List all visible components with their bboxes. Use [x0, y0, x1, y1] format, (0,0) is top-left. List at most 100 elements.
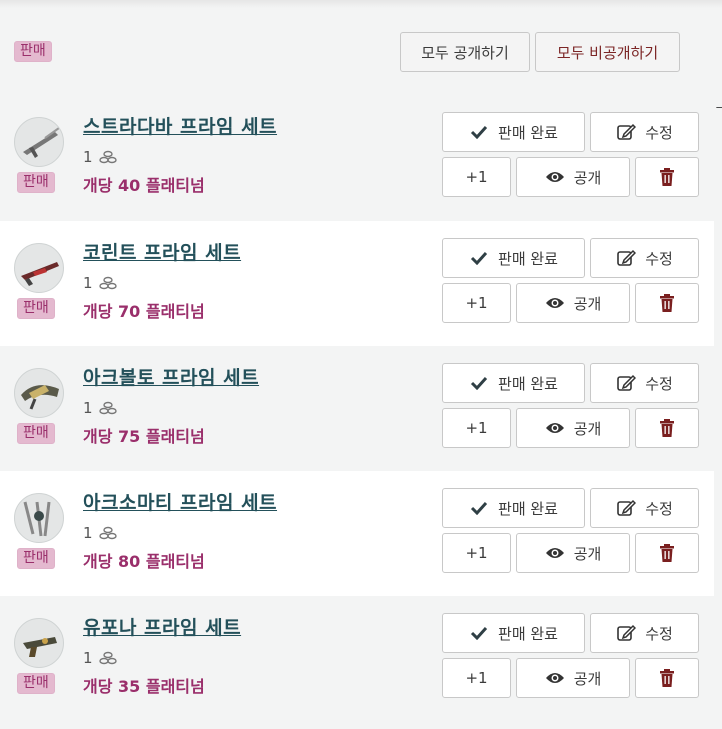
- item-name-link[interactable]: 아크소마티 프라임 세트: [83, 488, 277, 515]
- edit-button[interactable]: 수정: [590, 112, 699, 152]
- sell-badge: 판매: [17, 423, 55, 444]
- trash-icon: [657, 167, 677, 187]
- list-item: 판매 유포나 프라임 세트 1 개당 35 플래티넘 판매 완료 수정 +1 공…: [0, 596, 714, 721]
- make-all-private-button[interactable]: 모두 비공개하기: [535, 32, 680, 72]
- public-label: 공개: [573, 294, 602, 313]
- item-quantity: 1: [83, 648, 118, 668]
- edit-label: 수정: [645, 499, 673, 518]
- edit-icon: [616, 122, 637, 142]
- item-quantity: 1: [83, 273, 118, 293]
- public-label: 공개: [573, 168, 602, 187]
- mark-sold-label: 판매 완료: [498, 123, 558, 142]
- clipped-text: ㄱ: [714, 104, 722, 119]
- public-toggle-button[interactable]: 공개: [516, 157, 630, 197]
- check-icon: [469, 498, 489, 518]
- edit-icon: [616, 373, 637, 393]
- mark-sold-button[interactable]: 판매 완료: [442, 613, 585, 653]
- item-name-link[interactable]: 유포나 프라임 세트: [83, 613, 241, 640]
- archgun-icon: [14, 368, 64, 418]
- delete-button[interactable]: [635, 157, 699, 197]
- rifle-icon: [14, 117, 64, 167]
- quantity-value: 1: [83, 274, 93, 292]
- edit-button[interactable]: 수정: [590, 488, 699, 528]
- public-toggle-button[interactable]: 공개: [516, 408, 630, 448]
- mark-sold-button[interactable]: 판매 완료: [442, 363, 585, 403]
- plus-one-button[interactable]: +1: [442, 658, 511, 698]
- delete-button[interactable]: [635, 533, 699, 573]
- sell-badge: 판매: [17, 673, 55, 694]
- mark-sold-label: 판매 완료: [498, 624, 558, 643]
- eye-icon: [545, 668, 565, 688]
- edit-label: 수정: [645, 624, 673, 643]
- delete-button[interactable]: [635, 658, 699, 698]
- check-icon: [469, 623, 489, 643]
- edit-label: 수정: [645, 123, 673, 142]
- quantity-value: 1: [83, 524, 93, 542]
- delete-button[interactable]: [635, 283, 699, 323]
- sell-badge: 판매: [17, 172, 55, 193]
- trash-icon: [657, 293, 677, 313]
- trash-icon: [657, 668, 677, 688]
- item-price: 개당 35 플래티넘: [83, 677, 205, 696]
- platinum-icon: [98, 147, 118, 167]
- edit-button[interactable]: 수정: [590, 613, 699, 653]
- public-toggle-button[interactable]: 공개: [516, 658, 630, 698]
- item-name-link[interactable]: 코린트 프라임 세트: [83, 238, 241, 265]
- platinum-icon: [98, 273, 118, 293]
- eye-icon: [545, 418, 565, 438]
- edit-icon: [616, 248, 637, 268]
- eye-icon: [545, 293, 565, 313]
- trash-icon: [657, 543, 677, 563]
- item-price: 개당 70 플래티넘: [83, 302, 205, 321]
- plus-one-button[interactable]: +1: [442, 157, 511, 197]
- item-price: 개당 40 플래티넘: [83, 176, 205, 195]
- quantity-value: 1: [83, 649, 93, 667]
- plus-one-button[interactable]: +1: [442, 283, 511, 323]
- list-item: 판매 코린트 프라임 세트 1 개당 70 플래티넘 판매 완료 수정 +1 공…: [0, 221, 714, 346]
- item-price: 개당 80 플래티넘: [83, 552, 205, 571]
- mark-sold-button[interactable]: 판매 완료: [442, 488, 585, 528]
- item-quantity: 1: [83, 523, 118, 543]
- platinum-icon: [98, 648, 118, 668]
- delete-button[interactable]: [635, 408, 699, 448]
- eye-icon: [545, 167, 565, 187]
- check-icon: [469, 248, 489, 268]
- edit-label: 수정: [645, 249, 673, 268]
- blades-icon: [14, 493, 64, 543]
- mark-sold-label: 판매 완료: [498, 499, 558, 518]
- sell-badge: 판매: [17, 298, 55, 319]
- plus-one-button[interactable]: +1: [442, 408, 511, 448]
- edit-icon: [616, 498, 637, 518]
- check-icon: [469, 373, 489, 393]
- list-item: 판매 아크볼토 프라임 세트 1 개당 75 플래티넘 판매 완료 수정 +1 …: [0, 346, 714, 471]
- eye-icon: [545, 543, 565, 563]
- make-all-public-button[interactable]: 모두 공개하기: [400, 32, 530, 72]
- list-header: 판매 모두 공개하기 모두 비공개하기: [0, 0, 722, 95]
- check-icon: [469, 122, 489, 142]
- mark-sold-button[interactable]: 판매 완료: [442, 112, 585, 152]
- item-quantity: 1: [83, 147, 118, 167]
- public-toggle-button[interactable]: 공개: [516, 533, 630, 573]
- quantity-value: 1: [83, 148, 93, 166]
- edit-button[interactable]: 수정: [590, 238, 699, 278]
- mark-sold-label: 판매 완료: [498, 374, 558, 393]
- edit-button[interactable]: 수정: [590, 363, 699, 403]
- item-name-link[interactable]: 스트라다바 프라임 세트: [83, 112, 277, 139]
- platinum-icon: [98, 523, 118, 543]
- list-item: 판매 아크소마티 프라임 세트 1 개당 80 플래티넘 판매 완료 수정 +1…: [0, 471, 714, 596]
- public-label: 공개: [573, 544, 602, 563]
- edit-icon: [616, 623, 637, 643]
- item-name-link[interactable]: 아크볼토 프라임 세트: [83, 363, 259, 390]
- platinum-icon: [98, 398, 118, 418]
- mark-sold-button[interactable]: 판매 완료: [442, 238, 585, 278]
- shotgun-icon: [14, 243, 64, 293]
- plus-one-button[interactable]: +1: [442, 533, 511, 573]
- public-toggle-button[interactable]: 공개: [516, 283, 630, 323]
- sell-filter-badge: 판매: [14, 41, 52, 62]
- public-label: 공개: [573, 669, 602, 688]
- item-quantity: 1: [83, 398, 118, 418]
- item-price: 개당 75 플래티넘: [83, 427, 205, 446]
- sell-badge: 판매: [17, 548, 55, 569]
- mark-sold-label: 판매 완료: [498, 249, 558, 268]
- public-label: 공개: [573, 419, 602, 438]
